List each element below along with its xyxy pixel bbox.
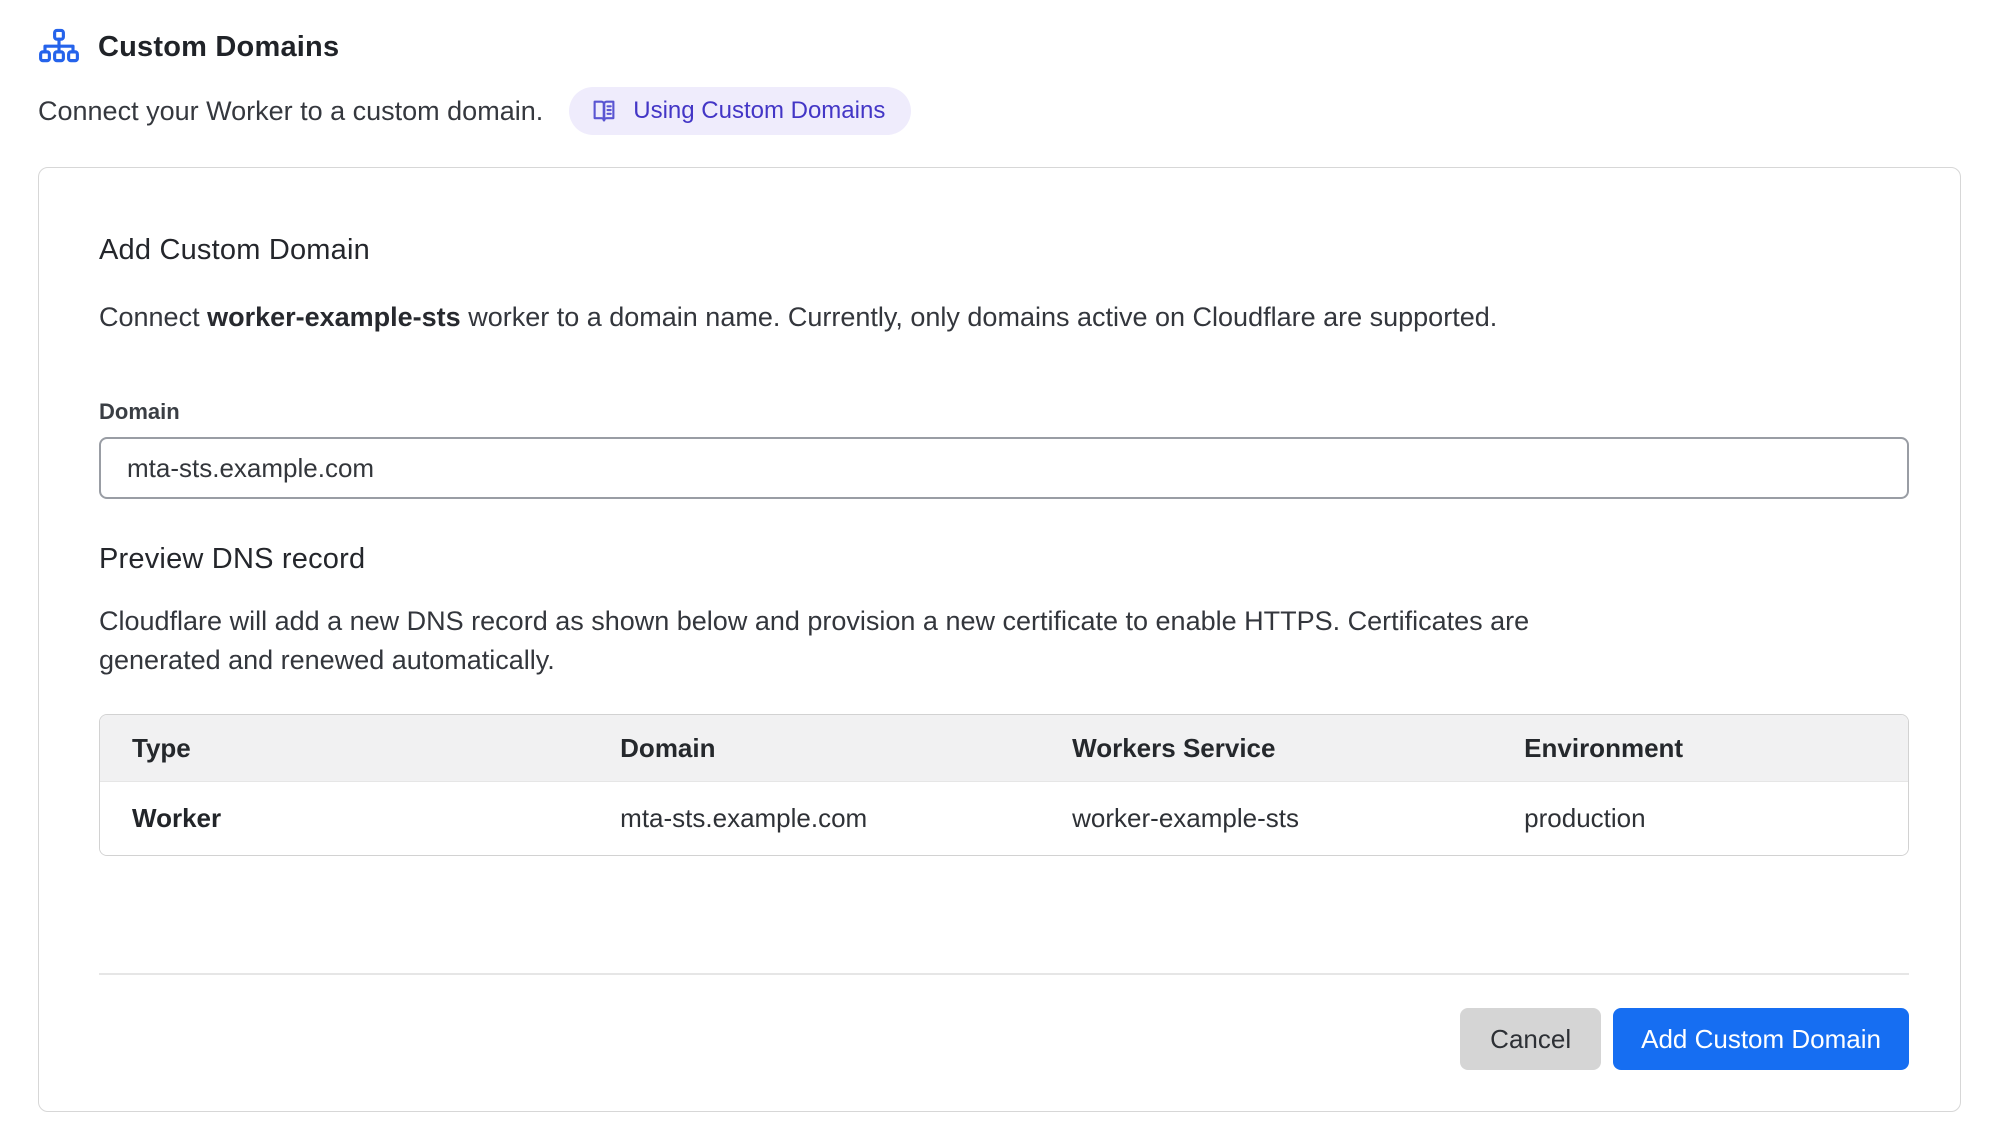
table-header-domain: Domain xyxy=(588,733,1040,764)
card-intro: Connect worker-example-sts worker to a d… xyxy=(99,299,1898,335)
add-custom-domain-button[interactable]: Add Custom Domain xyxy=(1613,1008,1909,1070)
row-environment-cell: production xyxy=(1492,803,1908,834)
table-header-environment: Environment xyxy=(1492,733,1908,764)
preview-dns-description: Cloudflare will add a new DNS record as … xyxy=(99,602,1579,680)
page-subtitle: Connect your Worker to a custom domain. xyxy=(38,96,543,127)
footer-divider xyxy=(99,973,1909,975)
row-workers-service-cell: worker-example-sts xyxy=(1040,803,1492,834)
domain-field-label: Domain xyxy=(99,399,1898,425)
table-header-workers-service: Workers Service xyxy=(1040,733,1492,764)
worker-name: worker-example-sts xyxy=(207,302,461,332)
page-subheader: Connect your Worker to a custom domain. … xyxy=(38,87,1961,135)
cancel-button[interactable]: Cancel xyxy=(1460,1008,1601,1070)
open-book-icon xyxy=(589,96,619,126)
intro-suffix: worker to a domain name. Currently, only… xyxy=(461,302,1498,332)
sitemap-icon xyxy=(38,28,80,67)
table-header-type: Type xyxy=(100,733,588,764)
custom-domains-page: Custom Domains Connect your Worker to a … xyxy=(0,0,1999,1112)
table-header-row: Type Domain Workers Service Environment xyxy=(100,715,1908,782)
row-type-cell: Worker xyxy=(100,803,588,834)
page-header: Custom Domains xyxy=(38,28,1961,67)
row-domain-cell: mta-sts.example.com xyxy=(588,803,1040,834)
page-title: Custom Domains xyxy=(98,31,339,64)
card-title: Add Custom Domain xyxy=(99,234,1898,267)
docs-link-label: Using Custom Domains xyxy=(633,97,885,125)
domain-input[interactable] xyxy=(99,437,1909,499)
footer-actions: Cancel Add Custom Domain xyxy=(99,1008,1909,1070)
add-custom-domain-card: Add Custom Domain Connect worker-example… xyxy=(38,167,1961,1112)
preview-dns-title: Preview DNS record xyxy=(99,543,1898,576)
docs-link-badge[interactable]: Using Custom Domains xyxy=(569,87,911,135)
intro-prefix: Connect xyxy=(99,302,207,332)
table-row: Worker mta-sts.example.com worker-exampl… xyxy=(100,782,1908,855)
dns-preview-table: Type Domain Workers Service Environment … xyxy=(99,714,1909,856)
